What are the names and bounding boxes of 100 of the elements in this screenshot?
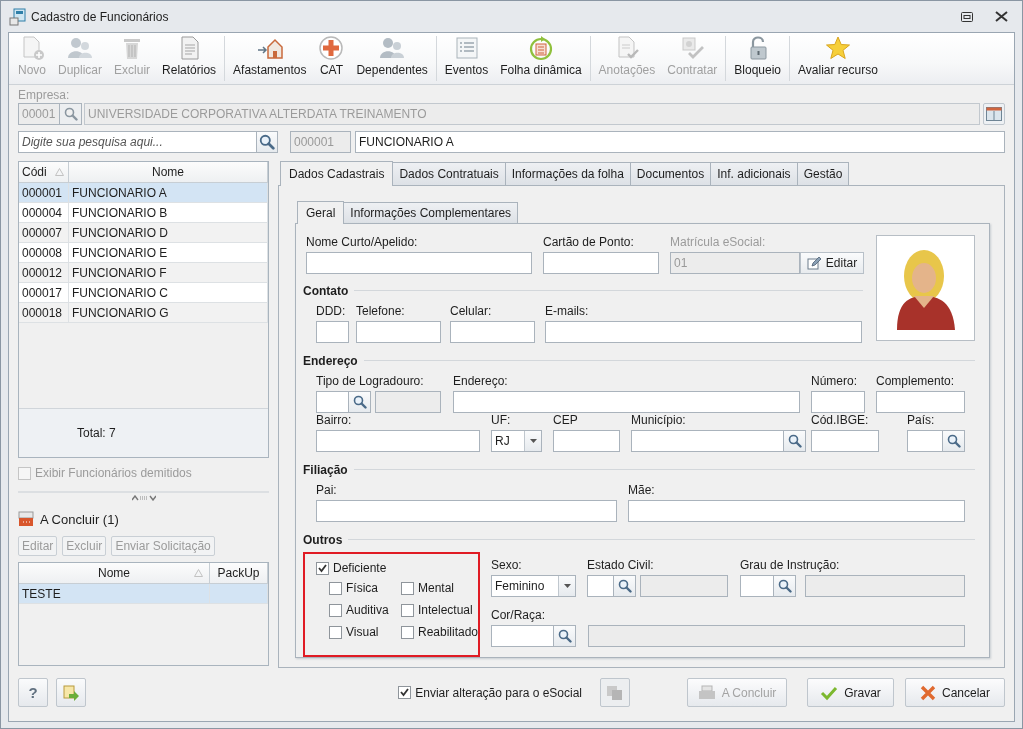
tab[interactable]: Dados Contratuais [392,162,506,185]
photo-frame[interactable] [876,235,975,341]
toolbar-button[interactable]: Relatórios [156,33,223,84]
input-field[interactable] [587,575,614,597]
input-field[interactable] [553,430,620,452]
table-row[interactable]: 000012 FUNCIONARIO F [19,263,268,283]
app-icon [9,7,27,26]
checkbox[interactable] [316,561,329,575]
help-button[interactable]: ? [18,678,48,707]
input-field[interactable] [316,500,617,522]
search-button[interactable] [60,103,82,125]
tab[interactable]: Informações Complementares [343,202,519,223]
input-field[interactable] [316,321,349,343]
input-field[interactable] [316,391,349,413]
checkbox-label: Visual [346,625,379,639]
input-field[interactable] [453,391,800,413]
table-row[interactable]: 000007 FUNCIONARIO D [19,223,268,243]
close-icon[interactable] [995,11,1008,22]
description-field[interactable] [375,391,441,413]
checkbox[interactable] [401,625,414,639]
tab[interactable]: Documentos [629,162,712,185]
table-cell: 000008 [19,243,69,262]
toolbar-button[interactable]: Dependentes [350,33,434,84]
description-field[interactable] [588,625,965,647]
description-field[interactable] [640,575,728,597]
printer-icon [697,684,716,701]
restore-icon[interactable] [961,11,973,22]
calendar-button[interactable] [983,103,1005,125]
toolbar-button[interactable]: Bloqueio [728,33,788,84]
input-field[interactable] [628,500,965,522]
input-field[interactable]: FUNCIONARIO A [355,131,1005,153]
edit-button[interactable]: Editar [800,252,864,274]
tab[interactable]: Inf. adicionais [710,162,798,185]
checkbox[interactable] [401,581,414,595]
input-field[interactable] [316,430,480,452]
input-field[interactable] [543,252,659,274]
checkbox[interactable] [18,466,31,480]
search-button[interactable] [257,131,278,153]
caret-icon [529,439,537,443]
checkbox[interactable] [401,603,414,617]
toolbar-button[interactable]: Avaliar recurso [792,33,884,84]
checkbox[interactable] [329,603,342,617]
field-label: Empresa: [18,88,71,103]
column-header[interactable]: PackUp [210,563,268,583]
table-row[interactable]: 000004 FUNCIONARIO B [19,203,268,223]
splitter-grip-icon[interactable] [131,495,156,501]
pencil-icon [806,256,822,270]
section-title: A Concluir (1) [40,511,119,527]
table-row[interactable]: 000017 FUNCIONARIO C [19,283,268,303]
table-cell: 000001 [19,183,69,202]
input-field[interactable] [306,252,532,274]
search-button[interactable] [614,575,636,597]
search-button[interactable] [349,391,371,413]
table-row[interactable]: 000008 FUNCIONARIO E [19,243,268,263]
search-button[interactable] [784,430,806,452]
column-header[interactable]: Nome [19,563,210,583]
search-icon [259,134,275,150]
action-button[interactable]: Gravar [807,678,894,707]
export-button[interactable] [56,678,86,707]
tab[interactable]: Gestão [796,162,850,185]
input-field[interactable] [811,430,879,452]
table-cell: FUNCIONARIO A [69,183,268,202]
dropdown-field[interactable]: RJ [491,430,542,452]
input-field[interactable] [811,391,865,413]
checkbox[interactable] [329,581,342,595]
field-label: Nome Curto/Apelido: [306,235,419,250]
input-field[interactable] [356,321,441,343]
toolbar-button[interactable]: Eventos [438,33,495,84]
check-icon [679,35,706,61]
input-field[interactable] [876,391,965,413]
tab[interactable]: Geral [297,201,345,224]
search-button[interactable] [943,430,965,452]
copy-button[interactable] [600,678,630,707]
input-field[interactable] [491,625,554,647]
toolbar-button[interactable]: CAT [312,33,351,84]
checkbox[interactable] [398,686,412,699]
input-field[interactable] [545,321,862,343]
tab[interactable]: Informações da folha [504,162,631,185]
table-row[interactable]: TESTE [19,584,268,604]
input-field[interactable] [631,430,784,452]
search-field[interactable]: Digite sua pesquisa aqui... [18,131,257,153]
input-field[interactable] [740,575,774,597]
dropdown-field[interactable]: Feminino [491,575,576,597]
tab[interactable]: Dados Cadastrais [280,161,394,186]
description-field[interactable] [805,575,965,597]
table-cell: FUNCIONARIO B [69,203,268,222]
search-button[interactable] [554,625,576,647]
list-icon [453,35,480,61]
action-button[interactable]: Cancelar [905,678,1005,707]
column-header[interactable]: Nome [69,162,268,182]
toolbar-button[interactable]: Afastamentos [227,33,313,84]
checkbox-label: Exibir Funcionários demitidos [35,466,192,480]
toolbar-button[interactable]: Folha dinâmica [494,33,588,84]
checkbox[interactable] [329,625,342,639]
input-field[interactable] [450,321,535,343]
search-button[interactable] [774,575,796,597]
table-row[interactable]: 000018 FUNCIONARIO G [19,303,268,323]
table-row[interactable]: 000001 FUNCIONARIO A [19,183,268,203]
input-field[interactable] [907,430,943,452]
column-header[interactable]: Códi [19,162,69,182]
